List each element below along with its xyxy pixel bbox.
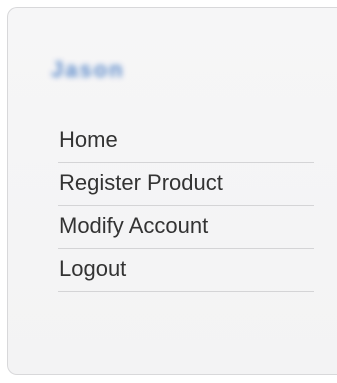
menu-item-home[interactable]: Home [58, 120, 314, 163]
menu-item-register-product[interactable]: Register Product [58, 163, 314, 206]
sidebar-menu: Home Register Product Modify Account Log… [58, 120, 314, 292]
menu-item-modify-account[interactable]: Modify Account [58, 206, 314, 249]
menu-item-logout[interactable]: Logout [58, 249, 314, 292]
user-name-label: Jason [51, 57, 125, 82]
